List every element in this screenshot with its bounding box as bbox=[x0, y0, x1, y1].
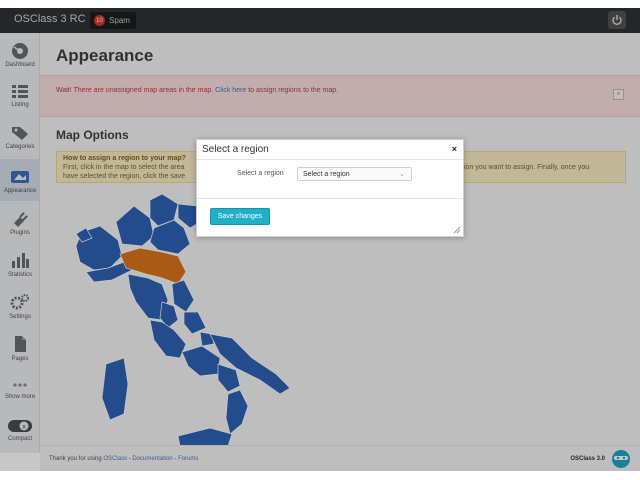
resize-grip-icon[interactable] bbox=[453, 226, 461, 234]
chevron-down-icon: ⌄ bbox=[399, 171, 405, 178]
region-select-value: Select a region bbox=[303, 171, 350, 178]
region-field-label: Select a region bbox=[237, 170, 284, 177]
save-changes-button[interactable]: Save changes bbox=[210, 208, 270, 225]
dialog-divider bbox=[197, 198, 463, 199]
outer-frame-bottom bbox=[0, 471, 640, 480]
outer-frame-top bbox=[0, 0, 640, 8]
region-select[interactable]: Select a region ⌄ bbox=[297, 167, 412, 181]
dialog-title: Select a region bbox=[202, 144, 269, 155]
dialog-header[interactable]: Select a region × bbox=[197, 140, 463, 160]
dialog-close-button[interactable]: × bbox=[452, 144, 457, 154]
modal-overlay[interactable] bbox=[0, 8, 640, 471]
select-region-dialog: Select a region × Select a region Select… bbox=[196, 139, 464, 237]
